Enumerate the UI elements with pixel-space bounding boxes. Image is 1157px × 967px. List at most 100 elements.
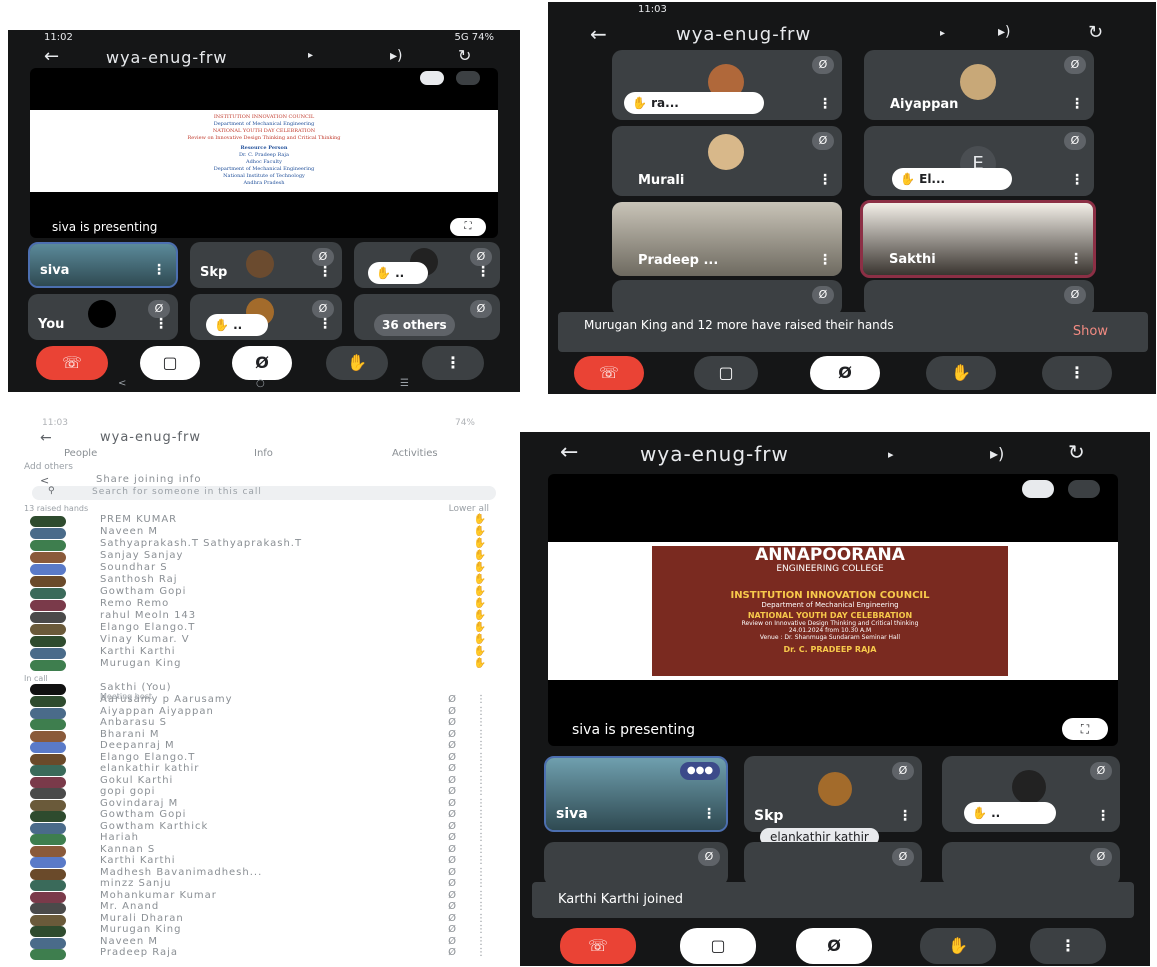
participant-tile[interactable]: ●●● siva ⋮ (544, 756, 728, 832)
more-options-icon[interactable]: ⋮ (818, 252, 832, 268)
participant-tile[interactable]: Pradeep ... ⋮ (612, 202, 842, 276)
nav-back-icon[interactable]: < (118, 378, 126, 389)
more-options-icon[interactable]: ⋮ (476, 717, 487, 728)
mic-off-button[interactable]: Ø (232, 346, 292, 380)
more-options-icon[interactable]: ⋮ (476, 775, 487, 786)
participant-tile[interactable]: Ø ✋ .. ⋮ (942, 756, 1120, 832)
back-arrow-icon[interactable]: ← (40, 430, 52, 446)
more-options-icon[interactable]: ⋮ (476, 763, 487, 774)
more-options-icon[interactable]: ⋮ (476, 786, 487, 797)
more-options-icon[interactable]: ⋮ (476, 752, 487, 763)
chevron-right-icon[interactable]: ▸ (888, 448, 894, 461)
more-options-icon[interactable]: ⋮ (818, 172, 832, 188)
more-options-icon[interactable]: ⋮ (1070, 172, 1084, 188)
participant-tile[interactable]: Ø (942, 842, 1120, 886)
participant-tile[interactable]: Sakthi ⋮ (860, 200, 1096, 278)
speaker-icon[interactable]: ▸) (998, 24, 1011, 40)
chevron-right-icon[interactable]: ▸ (308, 50, 313, 61)
speaker-icon[interactable]: ▸) (390, 48, 403, 64)
more-options-icon[interactable]: ⋮ (476, 844, 487, 855)
participant-tile[interactable]: Ø (744, 842, 922, 886)
more-options-icon[interactable]: ⋮ (476, 947, 487, 958)
more-options-icon[interactable]: ⋮ (1070, 96, 1084, 112)
participant-tile[interactable]: Ø ✋ .. ⋮ (190, 294, 342, 340)
mic-off-button[interactable]: Ø (810, 356, 880, 390)
more-options-icon[interactable]: ⋮ (476, 878, 487, 889)
tab-activities[interactable]: Activities (392, 448, 438, 459)
participant-tile[interactable]: Ø Murali ⋮ (612, 126, 842, 196)
more-options-icon[interactable]: ⋮ (318, 316, 332, 332)
more-options-icon[interactable]: ⋮ (1096, 808, 1110, 824)
show-button[interactable]: Show (1073, 324, 1108, 339)
more-options-icon[interactable]: ⋮ (476, 706, 487, 717)
search-input[interactable]: ⚲ Search for someone in this call (32, 486, 496, 500)
more-options-button[interactable]: ⋮ (1030, 928, 1106, 964)
more-options-button[interactable]: ⋮ (422, 346, 484, 380)
participant-tile[interactable]: Ø Skp ⋮ (744, 756, 922, 832)
lower-all-button[interactable]: Lower all (449, 504, 489, 514)
chevron-right-icon[interactable]: ▸ (940, 28, 945, 39)
more-options-icon[interactable]: ⋮ (476, 832, 487, 843)
pin-icon[interactable] (1022, 480, 1054, 498)
more-options-icon[interactable]: ⋮ (476, 924, 487, 935)
list-item[interactable]: Murugan King ✋ (28, 658, 497, 673)
participant-tile[interactable]: siva ⋮ (28, 242, 178, 288)
end-call-button[interactable]: ☏ (560, 928, 636, 964)
end-call-button[interactable]: ☏ (574, 356, 644, 390)
participant-tile[interactable]: Ø 36 others (354, 294, 500, 340)
raise-hand-button[interactable]: ✋ (920, 928, 996, 964)
more-options-icon[interactable]: ⋮ (476, 264, 490, 280)
meeting-code[interactable]: wya-enug-frw (676, 24, 811, 45)
speaker-icon[interactable]: ▸) (990, 444, 1004, 463)
participant-tile[interactable]: Ø ✋ .. ⋮ (354, 242, 500, 288)
more-options-icon[interactable]: ⋮ (476, 867, 487, 878)
more-options-icon[interactable]: ⋮ (476, 901, 487, 912)
camera-off-button[interactable]: ▢ (680, 928, 756, 964)
participant-tile[interactable]: E Ø ✋ El... ⋮ (864, 126, 1094, 196)
more-options-icon[interactable]: ⋮ (476, 855, 487, 866)
meeting-code[interactable]: wya-enug-frw (640, 442, 789, 466)
mic-off-button[interactable]: Ø (796, 928, 872, 964)
fullscreen-icon[interactable]: ⛶ (450, 218, 486, 236)
participant-tile[interactable]: Ø (864, 280, 1094, 316)
more-options-icon[interactable]: ⋮ (476, 809, 487, 820)
more-options-button[interactable]: ⋮ (1042, 356, 1112, 390)
more-options-icon[interactable]: ⋮ (476, 913, 487, 924)
more-options-icon[interactable]: ⋮ (152, 262, 166, 278)
back-arrow-icon[interactable]: ← (560, 440, 578, 465)
meeting-code[interactable]: wya-enug-frw (106, 48, 227, 67)
more-options-icon[interactable]: ⋮ (818, 96, 832, 112)
back-arrow-icon[interactable]: ← (44, 46, 59, 67)
more-options-icon[interactable]: ⋮ (476, 936, 487, 947)
pin-icon[interactable] (420, 71, 444, 85)
tab-info[interactable]: Info (254, 448, 273, 459)
more-options-icon[interactable]: ⋮ (476, 694, 487, 705)
share-joining-info[interactable]: Share joining info (96, 474, 201, 485)
end-call-button[interactable]: ☏ (36, 346, 108, 380)
camera-off-button[interactable]: ▢ (140, 346, 200, 380)
participant-tile[interactable]: Ø Skp ⋮ (190, 242, 342, 288)
list-item[interactable]: Ø Pradeep Raja ⋮ (28, 947, 497, 962)
participant-tile[interactable]: Ø (612, 280, 842, 316)
more-options-icon[interactable]: ⋮ (318, 264, 332, 280)
more-options-icon[interactable]: ⋮ (476, 821, 487, 832)
switch-camera-icon[interactable]: ↻ (1088, 22, 1103, 43)
raise-hand-button[interactable]: ✋ (326, 346, 388, 380)
more-options-icon[interactable]: ⋮ (154, 316, 168, 332)
tab-people[interactable]: People (64, 448, 97, 459)
more-options-icon[interactable]: ⋮ (476, 740, 487, 751)
switch-camera-icon[interactable]: ↻ (1068, 440, 1085, 464)
participant-tile[interactable]: Ø You ⋮ (28, 294, 178, 340)
more-options-icon[interactable]: ⋮ (898, 808, 912, 824)
nav-home-icon[interactable]: ○ (256, 378, 265, 389)
more-options-icon[interactable]: ⋮ (476, 890, 487, 901)
fullscreen-icon[interactable]: ⛶ (1062, 718, 1108, 740)
participant-tile[interactable]: Ø Aiyappan ⋮ (864, 50, 1094, 120)
participant-tile[interactable]: Ø (544, 842, 728, 886)
switch-camera-icon[interactable]: ↻ (458, 46, 471, 65)
nav-recents-icon[interactable]: ☰ (400, 378, 409, 389)
more-options-icon[interactable]: ⋮ (1069, 251, 1083, 267)
participant-tile[interactable]: Ø ✋ ra... ⋮ (612, 50, 842, 120)
camera-button[interactable]: ▢ (694, 356, 758, 390)
more-options-icon[interactable]: ⋮ (476, 798, 487, 809)
